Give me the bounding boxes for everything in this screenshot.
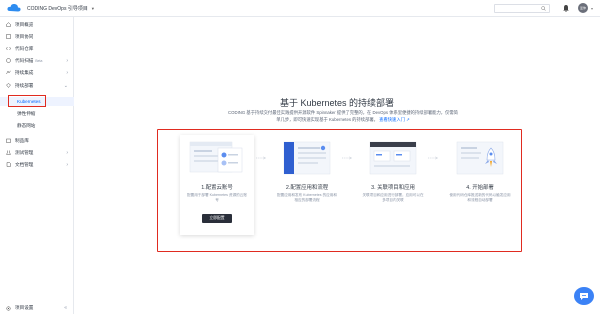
sidebar-item-repo[interactable]: 代码仓库 bbox=[0, 44, 74, 53]
chevron-right-icon: › bbox=[66, 149, 68, 156]
chevron-down-icon: ▼ bbox=[90, 5, 95, 11]
sidebar-item-overview[interactable]: 项目概览 bbox=[0, 20, 74, 29]
step-title: 2.配置应用和流程 bbox=[285, 185, 329, 191]
sidebar-item-label: 持续集成 bbox=[15, 69, 34, 75]
configure-now-button[interactable]: 立即配置 bbox=[202, 214, 232, 223]
search-input[interactable] bbox=[494, 4, 550, 13]
sidebar-item-label: 项目协同 bbox=[15, 33, 34, 39]
sidebar-item-label: 弹性伸缩 bbox=[17, 110, 36, 116]
chevron-right-icon: › bbox=[66, 161, 68, 168]
step-title: 4. 开始部署 bbox=[466, 185, 494, 191]
quickstart-link[interactable]: 查看快速入门 ↗ bbox=[379, 117, 410, 122]
cloud-account-illustration bbox=[189, 141, 243, 173]
sidebar-item-label: 测试管理 bbox=[15, 149, 34, 155]
code-icon bbox=[6, 46, 11, 51]
step-card-start-deploy: 4. 开始部署 使用代码仓库推送新的代码以触发应用和流程自动部署 bbox=[443, 135, 517, 235]
sidebar-item-project-settings[interactable]: 项目设置 « bbox=[0, 302, 74, 314]
sidebar-subitem-static-site[interactable]: 静态网站 bbox=[0, 121, 74, 130]
sidebar-item-scan[interactable]: 代码扫描 Beta › bbox=[0, 56, 74, 65]
chevron-right-icon: › bbox=[66, 57, 68, 64]
step-card-link-project: 3. 关联项目和应用 关联项目和应用进行部署，应用可以在多项目内关联 bbox=[356, 135, 430, 235]
arrow-right-icon bbox=[428, 156, 438, 160]
scan-icon bbox=[6, 58, 11, 63]
link-project-illustration bbox=[369, 141, 417, 175]
sidebar-item-docs[interactable]: 文档管理 › bbox=[0, 160, 74, 169]
page-title: 基于 Kubernetes 的持续部署 bbox=[279, 98, 395, 108]
sidebar-item-artifacts[interactable]: 制品库 bbox=[0, 136, 74, 145]
deploy-icon bbox=[6, 83, 11, 88]
sidebar-item-label: 文档管理 bbox=[15, 161, 34, 167]
sidebar-item-collab[interactable]: 项目协同 bbox=[0, 32, 74, 41]
collapse-sidebar-icon[interactable]: « bbox=[64, 305, 67, 311]
sidebar-item-label: 项目设置 bbox=[15, 305, 34, 310]
sidebar-subitem-autoscaling[interactable]: 弹性伸缩 bbox=[0, 109, 74, 118]
avatar[interactable]: 爱你 bbox=[578, 3, 588, 13]
top-bar: CODING DevOps 引导项目 ▼ 爱你 ▾ bbox=[0, 0, 600, 17]
chat-icon bbox=[580, 292, 588, 300]
project-name: CODING DevOps 引导项目 bbox=[27, 5, 88, 12]
sidebar-item-label: 代码仓库 bbox=[15, 45, 34, 51]
sidebar-item-label: 制品库 bbox=[15, 137, 29, 143]
beta-badge: Beta bbox=[35, 58, 43, 63]
chevron-down-icon[interactable]: ▾ bbox=[591, 6, 593, 11]
step-card-cloud-account: 1.配置云账号 配置用于部署 Kubernetes 资源的云账号 立即配置 bbox=[180, 135, 254, 235]
ci-icon bbox=[6, 70, 11, 75]
chevron-down-icon: ⌄ bbox=[63, 82, 68, 89]
sidebar-item-cd[interactable]: 持续部署 ⌄ bbox=[0, 81, 74, 90]
test-icon bbox=[6, 150, 11, 155]
step-description: 配置用于部署 Kubernetes 资源的云账号 bbox=[187, 193, 247, 203]
sidebar-item-label: 代码扫描 bbox=[15, 57, 34, 63]
page-description: CODING 基于持续交付最佳实践提供开源软件 Spinnaker 提供了完整的… bbox=[228, 110, 458, 123]
project-switcher[interactable]: CODING DevOps 引导项目 ▼ bbox=[27, 5, 95, 12]
doc-icon bbox=[6, 162, 11, 167]
sidebar-item-ci[interactable]: 持续集成 › bbox=[0, 68, 74, 77]
bell-icon[interactable] bbox=[563, 4, 569, 12]
step-description: 使用代码仓库推送新的代码以触发应用和流程自动部署 bbox=[449, 193, 511, 203]
app-pipeline-illustration bbox=[283, 141, 331, 175]
sidebar-item-label: 持续部署 bbox=[15, 82, 34, 88]
arrow-right-icon bbox=[256, 156, 266, 160]
sidebar-item-label: 项目概览 bbox=[15, 21, 34, 27]
home-icon bbox=[6, 22, 11, 27]
rocket-illustration bbox=[456, 141, 504, 175]
sidebar-item-testing[interactable]: 测试管理 › bbox=[0, 148, 74, 157]
kubernetes-highlight-box bbox=[8, 95, 46, 107]
description-text: CODING 基于持续交付最佳实践提供开源软件 Spinnaker 提供了完整的… bbox=[228, 110, 458, 122]
step-card-app-pipeline: 2.配置应用和流程 配置应用和发布 Kubernetes 的应用和相应的部署流程 bbox=[270, 135, 344, 235]
step-description: 关联项目和应用进行部署，应用可以在多项目内关联 bbox=[362, 193, 424, 203]
step-description: 配置应用和发布 Kubernetes 的应用和相应的部署流程 bbox=[277, 193, 337, 203]
chat-support-button[interactable] bbox=[574, 287, 594, 305]
search-icon bbox=[541, 6, 546, 11]
package-icon bbox=[6, 138, 11, 143]
coding-logo-icon[interactable] bbox=[7, 3, 21, 13]
sidebar: 项目概览 项目协同 代码仓库 代码扫描 Beta › 持续集成 › 持续部署 ⌄… bbox=[0, 17, 74, 314]
sidebar-item-label: 静态网站 bbox=[17, 122, 36, 128]
chevron-right-icon: › bbox=[66, 69, 68, 76]
task-icon bbox=[6, 34, 11, 39]
step-title: 1.配置云账号 bbox=[201, 185, 233, 191]
step-title: 3. 关联项目和应用 bbox=[371, 185, 415, 191]
settings-icon bbox=[6, 305, 11, 311]
arrow-right-icon bbox=[342, 156, 352, 160]
